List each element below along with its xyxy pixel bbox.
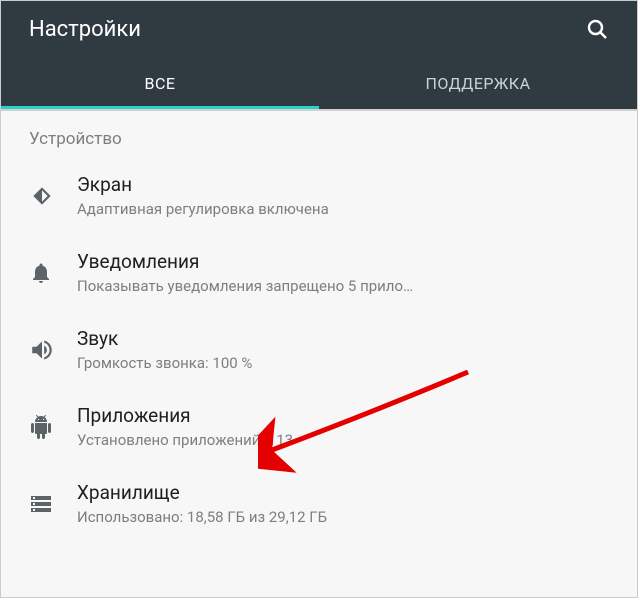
row-display-subtitle: Адаптивная регулировка включена	[77, 200, 617, 218]
row-sound-texts: Звук Громкость звонка: 100 %	[77, 327, 617, 372]
search-icon	[585, 17, 609, 41]
tab-all[interactable]: ВСЕ	[1, 57, 319, 109]
tab-all-label: ВСЕ	[145, 74, 176, 93]
row-display-title: Экран	[77, 173, 617, 196]
row-display[interactable]: Экран Адаптивная регулировка включена	[1, 157, 637, 234]
tab-support[interactable]: ПОДДЕРЖКА	[319, 57, 637, 109]
settings-list: Экран Адаптивная регулировка включена Ув…	[1, 157, 637, 542]
row-notifications[interactable]: Уведомления Показывать уведомления запре…	[1, 234, 637, 311]
row-sound[interactable]: Звук Громкость звонка: 100 %	[1, 311, 637, 388]
row-storage-texts: Хранилище Использовано: 18,58 ГБ из 29,1…	[77, 481, 617, 526]
bell-icon	[29, 261, 77, 285]
row-apps-subtitle: Установлено приложений: 113	[77, 431, 617, 449]
row-apps-title: Приложения	[77, 404, 617, 427]
android-icon	[29, 415, 77, 439]
row-storage[interactable]: Хранилище Использовано: 18,58 ГБ из 29,1…	[1, 465, 637, 542]
row-sound-title: Звук	[77, 327, 617, 350]
row-storage-title: Хранилище	[77, 481, 617, 504]
row-notifications-title: Уведомления	[77, 250, 617, 273]
search-button[interactable]	[577, 9, 617, 49]
volume-icon	[29, 337, 77, 363]
row-notifications-texts: Уведомления Показывать уведомления запре…	[77, 250, 617, 295]
app-bar: Настройки	[1, 1, 637, 57]
row-apps[interactable]: Приложения Установлено приложений: 113	[1, 388, 637, 465]
row-storage-subtitle: Использовано: 18,58 ГБ из 29,12 ГБ	[77, 508, 617, 526]
settings-screen: Настройки ВСЕ ПОДДЕРЖКА Устройство Экран	[0, 0, 638, 598]
brightness-icon	[29, 183, 77, 209]
row-apps-texts: Приложения Установлено приложений: 113	[77, 404, 617, 449]
section-header-device: Устройство	[1, 111, 637, 157]
row-display-texts: Экран Адаптивная регулировка включена	[77, 173, 617, 218]
tab-support-label: ПОДДЕРЖКА	[425, 74, 530, 93]
page-title: Настройки	[29, 17, 141, 42]
row-sound-subtitle: Громкость звонка: 100 %	[77, 354, 617, 372]
row-notifications-subtitle: Показывать уведомления запрещено 5 прило…	[77, 277, 617, 295]
storage-icon	[29, 492, 77, 516]
tab-bar: ВСЕ ПОДДЕРЖКА	[1, 57, 637, 109]
